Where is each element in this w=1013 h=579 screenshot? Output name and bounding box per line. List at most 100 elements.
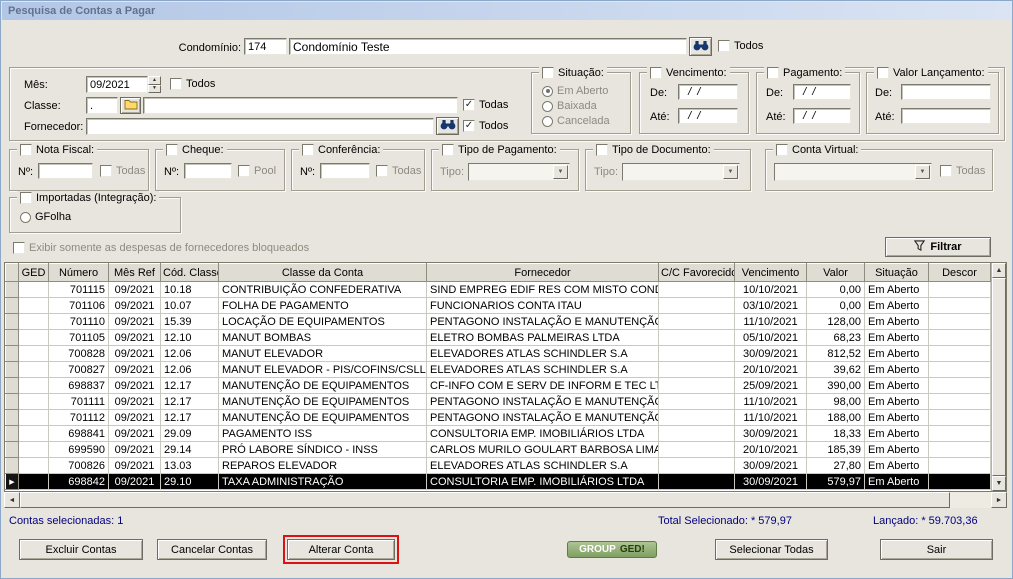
grid-cell[interactable]: FOLHA DE PAGAMENTO — [218, 297, 427, 314]
row-indicator[interactable] — [5, 329, 19, 346]
grid-cell[interactable]: ELEVADORES ATLAS SCHINDLER S.A — [426, 457, 659, 474]
grid-cell[interactable]: 09/2021 — [108, 313, 161, 330]
vencimento-ate-input[interactable] — [678, 108, 738, 124]
row-indicator[interactable] — [5, 393, 19, 410]
grid-cell[interactable] — [18, 377, 49, 394]
grid-cell[interactable]: Em Aberto — [864, 425, 929, 442]
column-header[interactable]: Vencimento — [734, 263, 807, 282]
grid-cell[interactable]: 698837 — [48, 377, 109, 394]
classe-browse-button[interactable] — [120, 97, 141, 114]
grid-cell[interactable] — [18, 441, 49, 458]
grid-cell[interactable]: 15.39 — [160, 313, 219, 330]
pagamento-ate-input[interactable] — [793, 108, 851, 124]
grid-cell[interactable]: 701115 — [48, 281, 109, 298]
table-row[interactable]: 701111 09/2021 12.17 MANUTENÇÃO DE EQUIPAME… — [5, 393, 991, 410]
grid-cell[interactable]: 128,00 — [806, 313, 865, 330]
scroll-left-icon[interactable]: ◄ — [4, 492, 20, 508]
grid-cell[interactable] — [18, 329, 49, 346]
grid-cell[interactable]: 29.09 — [160, 425, 219, 442]
exibir-bloqueados-checkbox[interactable]: Exibir somente as despesas de fornecedor… — [13, 242, 309, 254]
grid-cell[interactable]: 09/2021 — [108, 425, 161, 442]
grid-cell[interactable]: 701105 — [48, 329, 109, 346]
grid-cell[interactable] — [928, 345, 991, 362]
grid-cell[interactable]: 18,33 — [806, 425, 865, 442]
column-header[interactable]: Situação — [864, 263, 929, 282]
scroll-down-icon[interactable]: ▼ — [992, 476, 1006, 491]
grid-cell[interactable]: Em Aberto — [864, 473, 929, 490]
horizontal-scroll-thumb[interactable] — [20, 492, 950, 508]
grid-cell[interactable]: Em Aberto — [864, 377, 929, 394]
grid-cell[interactable]: CARLOS MURILO GOULART BARBOSA LIMA — [426, 441, 659, 458]
column-header[interactable]: C/C Favorecido — [658, 263, 735, 282]
classe-name-input[interactable] — [143, 97, 458, 114]
scroll-track[interactable] — [950, 492, 991, 508]
sair-button[interactable]: Sair — [880, 539, 993, 560]
grid-cell[interactable]: 698842 — [48, 473, 109, 490]
radio-baixada[interactable]: Baixada — [542, 100, 597, 112]
grid-cell[interactable]: TAXA ADMINISTRAÇÃO — [218, 473, 427, 490]
grid-cell[interactable]: 09/2021 — [108, 377, 161, 394]
grid-cell[interactable] — [658, 345, 735, 362]
conta-virtual-todas-checkbox[interactable]: Todas — [940, 165, 985, 177]
conta-virtual-select[interactable]: ▼ — [774, 163, 932, 181]
table-row[interactable]: ▶ 698842 09/2021 29.10 TAXA ADMINISTRAÇÃO CON… — [5, 473, 991, 490]
grid-cell[interactable]: 185,39 — [806, 441, 865, 458]
conferencia-numero-input[interactable] — [320, 163, 370, 179]
row-indicator[interactable] — [5, 425, 19, 442]
grid-cell[interactable]: 39,62 — [806, 361, 865, 378]
grid-cell[interactable]: 09/2021 — [108, 297, 161, 314]
grid-cell[interactable]: 98,00 — [806, 393, 865, 410]
grid-cell[interactable] — [928, 329, 991, 346]
grid-cell[interactable]: 10.18 — [160, 281, 219, 298]
table-row[interactable]: 698837 09/2021 12.17 MANUTENÇÃO DE EQUIPAME… — [5, 377, 991, 394]
pagamento-checkbox[interactable] — [767, 66, 779, 79]
grid-cell[interactable]: 12.06 — [160, 345, 219, 362]
grid-cell[interactable]: CONSULTORIA EMP. IMOBILIÁRIOS LTDA — [426, 473, 659, 490]
grid-cell[interactable]: 30/09/2021 — [734, 457, 807, 474]
fornecedor-input[interactable] — [86, 118, 434, 135]
grid-cell[interactable] — [18, 313, 49, 330]
table-row[interactable]: 701115 09/2021 10.18 CONTRIBUIÇÃO CONFEDERA… — [5, 281, 991, 298]
grid-cell[interactable]: 699590 — [48, 441, 109, 458]
classe-todas-checkbox[interactable]: Todas — [463, 99, 508, 111]
grid-cell[interactable]: Em Aberto — [864, 281, 929, 298]
conferencia-checkbox[interactable] — [302, 143, 314, 156]
grid-cell[interactable]: ELETRO BOMBAS PALMEIRAS LTDA — [426, 329, 659, 346]
grid-cell[interactable]: PENTAGONO INSTALAÇÃO E MANUTENÇÃO LTDA — [426, 409, 659, 426]
grid-cell[interactable] — [928, 441, 991, 458]
grid-cell[interactable]: 701112 — [48, 409, 109, 426]
tipo-documento-checkbox[interactable] — [596, 143, 608, 156]
grid-cell[interactable]: CONTRIBUIÇÃO CONFEDERATIVA — [218, 281, 427, 298]
grid-cell[interactable] — [658, 313, 735, 330]
condominio-todos-checkbox[interactable]: Todos — [718, 40, 763, 52]
group-ged-button[interactable]: GROUP GED! — [567, 541, 657, 558]
grid-cell[interactable] — [658, 361, 735, 378]
grid-cell[interactable]: CF-INFO COM E SERV DE INFORM E TEC LTDA — [426, 377, 659, 394]
grid-cell[interactable]: 700827 — [48, 361, 109, 378]
grid-cell[interactable]: MANUTENÇÃO DE EQUIPAMENTOS — [218, 409, 427, 426]
nota-fiscal-numero-input[interactable] — [38, 163, 93, 179]
grid-cell[interactable]: 03/10/2021 — [734, 297, 807, 314]
grid-cell[interactable]: ELEVADORES ATLAS SCHINDLER S.A — [426, 345, 659, 362]
grid-cell[interactable] — [928, 473, 991, 490]
grid-cell[interactable] — [928, 281, 991, 298]
scroll-right-icon[interactable]: ► — [991, 492, 1007, 508]
grid-cell[interactable]: 12.17 — [160, 409, 219, 426]
grid-cell[interactable]: 29.14 — [160, 441, 219, 458]
spin-down-icon[interactable]: ▼ — [148, 84, 161, 93]
column-header[interactable]: Fornecedor — [426, 263, 659, 282]
grid-cell[interactable]: ELEVADORES ATLAS SCHINDLER S.A — [426, 361, 659, 378]
classe-code-input[interactable] — [86, 97, 118, 114]
grid-cell[interactable]: 12.10 — [160, 329, 219, 346]
pagamento-de-input[interactable] — [793, 84, 851, 100]
cancelar-contas-button[interactable]: Cancelar Contas — [157, 539, 267, 560]
table-row[interactable]: 701105 09/2021 12.10 MANUT BOMBAS ELETRO BOM… — [5, 329, 991, 346]
grid-cell[interactable]: MANUT ELEVADOR — [218, 345, 427, 362]
scroll-up-icon[interactable]: ▲ — [992, 263, 1006, 278]
grid-cell[interactable] — [658, 457, 735, 474]
importadas-checkbox[interactable] — [20, 191, 32, 204]
row-indicator[interactable] — [5, 361, 19, 378]
grid-cell[interactable] — [928, 425, 991, 442]
mes-todos-checkbox[interactable]: Todos — [170, 78, 215, 90]
grid-cell[interactable]: 09/2021 — [108, 329, 161, 346]
